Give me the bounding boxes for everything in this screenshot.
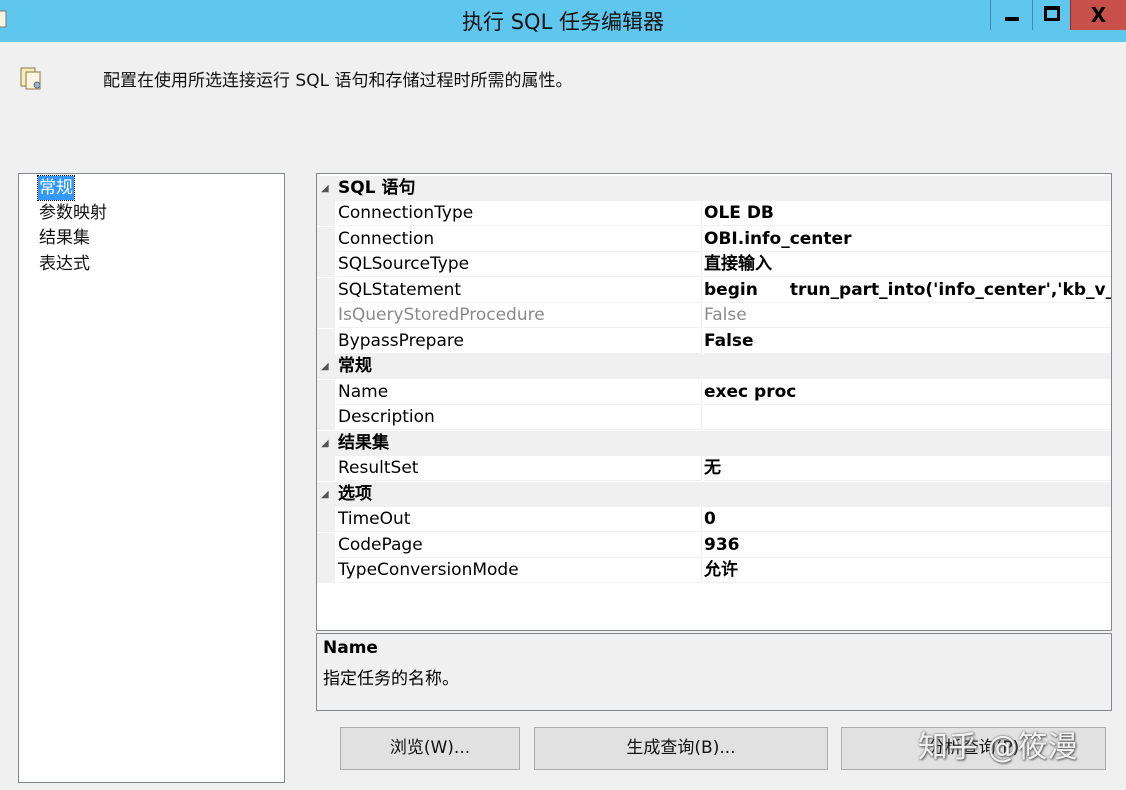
collapse-icon[interactable]: ◢ <box>321 431 333 456</box>
property-row-name[interactable]: Name exec proc <box>317 380 1111 405</box>
property-name[interactable]: ConnectionType <box>338 201 702 226</box>
window-title: 执行 SQL 任务编辑器 <box>462 10 664 34</box>
category-label: 结果集 <box>338 433 389 453</box>
property-name[interactable]: SQLSourceType <box>338 252 702 277</box>
task-page-icon <box>20 67 41 90</box>
sql-statement-call: trun_part_into('info_center','kb_v_dr <box>789 280 1112 300</box>
property-row-resultset[interactable]: ResultSet 无 <box>317 456 1111 481</box>
watermark: 知乎 @筱漫 <box>918 730 1078 765</box>
maximize-icon <box>1044 6 1060 21</box>
nav-item-result-set[interactable]: 结果集 <box>38 226 91 250</box>
category-label: 选项 <box>338 484 372 504</box>
property-row-connectiontype[interactable]: ConnectionType OLE DB <box>317 201 1111 226</box>
property-description-panel: Name 指定任务的名称。 <box>316 633 1112 711</box>
nav-item-expressions[interactable]: 表达式 <box>38 252 91 276</box>
close-icon: X <box>1090 3 1107 27</box>
property-value[interactable] <box>704 405 1111 430</box>
property-row-bypassprepare[interactable]: BypassPrepare False <box>317 329 1111 354</box>
property-name[interactable]: Connection <box>338 227 702 252</box>
property-row-timeout[interactable]: TimeOut 0 <box>317 507 1111 532</box>
property-row-connection[interactable]: Connection OBI.info_center <box>317 227 1111 252</box>
property-name[interactable]: Description <box>338 405 702 430</box>
description-text: 指定任务的名称。 <box>323 669 459 689</box>
close-button[interactable]: X <box>1070 0 1126 30</box>
browse-button[interactable]: 浏览(W)... <box>340 727 520 770</box>
property-value[interactable]: 936 <box>704 533 1111 558</box>
collapse-icon[interactable]: ◢ <box>321 354 333 379</box>
property-name[interactable]: CodePage <box>338 533 702 558</box>
property-row-sqlstatement[interactable]: SQLStatement begin trun_part_into('info_c… <box>317 278 1112 303</box>
property-value[interactable]: False <box>704 329 1111 354</box>
category-general[interactable]: ◢ 常规 <box>317 354 1111 379</box>
category-label: 常规 <box>338 356 372 376</box>
minimize-button[interactable] <box>990 0 1032 30</box>
property-value[interactable]: 无 <box>704 456 1111 481</box>
minimize-icon <box>1005 17 1019 21</box>
sql-statement-begin: begin <box>704 280 758 300</box>
property-row-codepage[interactable]: CodePage 936 <box>317 533 1111 558</box>
title-bar[interactable]: 执行 SQL 任务编辑器 X <box>0 0 1126 42</box>
collapse-icon[interactable]: ◢ <box>321 176 333 201</box>
maximize-button[interactable] <box>1032 0 1070 30</box>
property-value[interactable]: OBI.info_center <box>704 227 1111 252</box>
property-name[interactable]: TimeOut <box>338 507 702 532</box>
property-name[interactable]: BypassPrepare <box>338 329 702 354</box>
property-value[interactable]: exec proc <box>704 380 1111 405</box>
property-name[interactable]: SQLStatement <box>338 278 702 303</box>
description-title: Name <box>323 638 378 658</box>
category-sql-statement[interactable]: ◢ SQL 语句 <box>317 176 1111 201</box>
property-value[interactable]: 直接输入 <box>704 252 1111 277</box>
category-result-set[interactable]: ◢ 结果集 <box>317 431 1111 456</box>
collapse-icon[interactable]: ◢ <box>321 482 333 507</box>
nav-item-parameter-mapping[interactable]: 参数映射 <box>38 201 108 225</box>
category-label: SQL 语句 <box>338 178 416 198</box>
property-grid[interactable]: ◢ SQL 语句 ConnectionType OLE DB Connectio… <box>316 173 1112 631</box>
property-name[interactable]: Name <box>338 380 702 405</box>
property-row-isquerystoredprocedure[interactable]: IsQueryStoredProcedure False <box>317 303 1111 328</box>
property-name[interactable]: TypeConversionMode <box>338 558 702 583</box>
nav-item-general[interactable]: 常规 <box>37 175 75 201</box>
build-query-button[interactable]: 生成查询(B)... <box>534 727 828 770</box>
property-value[interactable]: begin trun_part_into('info_center','kb_v_… <box>704 278 1112 303</box>
property-row-sqlsourcetype[interactable]: SQLSourceType 直接输入 <box>317 252 1111 277</box>
property-value[interactable]: 允许 <box>704 558 1111 583</box>
property-value[interactable]: OLE DB <box>704 201 1111 226</box>
property-value[interactable]: 0 <box>704 507 1111 532</box>
header-description: 配置在使用所选连接运行 SQL 语句和存储过程时所需的属性。 <box>103 71 573 91</box>
page-nav-list[interactable]: 常规 参数映射 结果集 表达式 <box>18 173 285 783</box>
property-value[interactable]: False <box>704 303 1111 328</box>
property-row-typeconversionmode[interactable]: TypeConversionMode 允许 <box>317 558 1111 583</box>
category-options[interactable]: ◢ 选项 <box>317 482 1111 507</box>
property-row-description[interactable]: Description <box>317 405 1111 430</box>
property-name[interactable]: ResultSet <box>338 456 702 481</box>
property-name[interactable]: IsQueryStoredProcedure <box>338 303 702 328</box>
